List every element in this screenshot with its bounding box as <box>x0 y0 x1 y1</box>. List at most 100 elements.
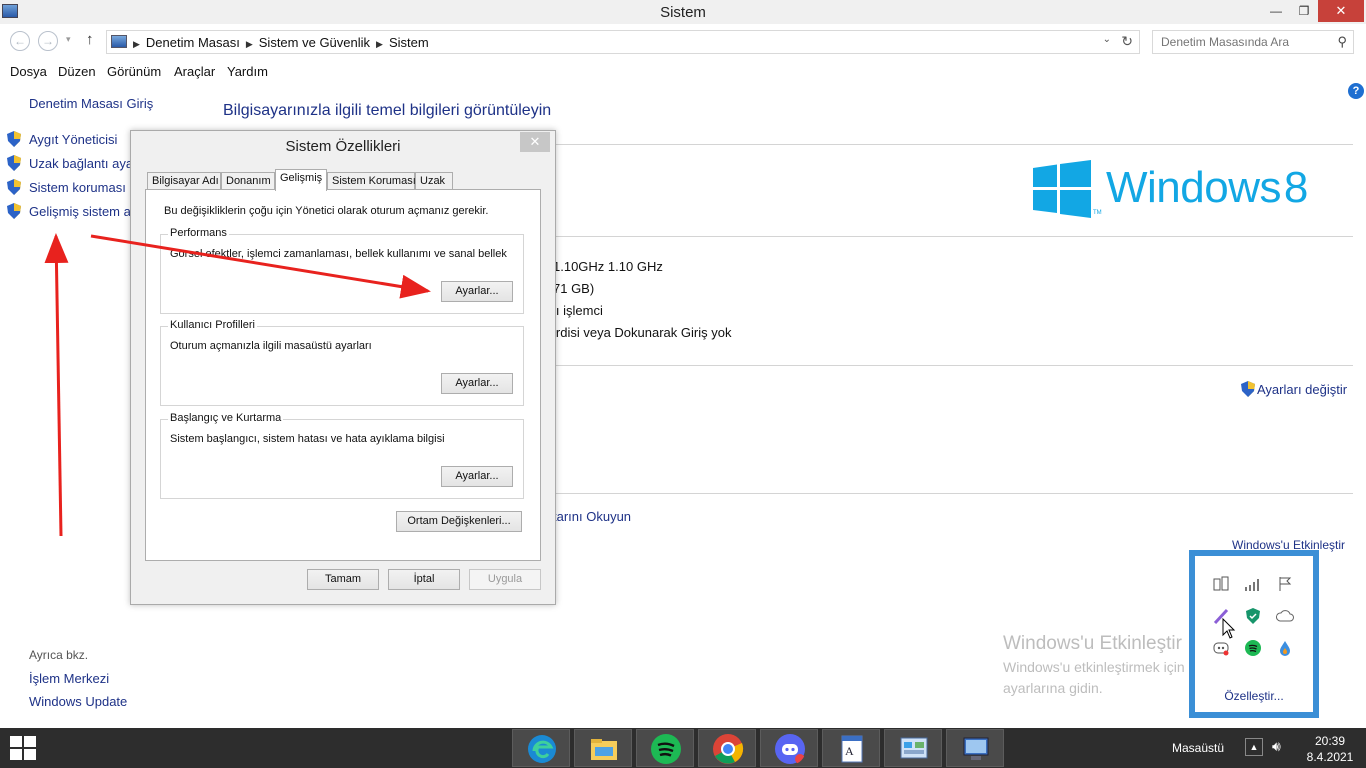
tray-customize-link[interactable]: Özelleştir... <box>1195 689 1313 703</box>
section-divider <box>553 365 1353 366</box>
read-license-link[interactable]: tarını Okuyun <box>553 509 631 524</box>
user-profiles-group: Kullanıcı Profilleri Oturum açmanızla il… <box>160 319 524 406</box>
group-title: Başlangıç ve Kurtarma <box>168 412 284 424</box>
taskbar-edge[interactable] <box>512 729 570 767</box>
ram-value: 71 GB) <box>553 281 595 296</box>
taskbar-file-explorer[interactable] <box>574 729 632 767</box>
startup-recovery-group: Başlangıç ve Kurtarma Sistem başlangıcı,… <box>160 412 524 499</box>
page-title: Bilgisayarınızla ilgili temel bilgileri … <box>223 102 552 119</box>
breadcrumb-system[interactable]: Sistem <box>389 35 429 50</box>
tab-hardware[interactable]: Donanım <box>221 172 275 190</box>
taskbar-system[interactable] <box>946 729 1004 767</box>
sidebar-item-action-center[interactable]: İşlem Merkezi <box>29 671 109 686</box>
search-box[interactable]: ⚲ <box>1152 30 1354 54</box>
tab-system-protection[interactable]: Sistem Koruması <box>327 172 416 190</box>
control-panel-icon <box>900 737 928 759</box>
discord-tray-icon[interactable] <box>1211 640 1231 660</box>
annotation-arrow-up <box>44 233 69 537</box>
taskbar-spotify[interactable] <box>636 729 694 767</box>
performance-group: Performans Görsel efektler, işlemci zama… <box>160 227 524 314</box>
apply-button: Uygula <box>469 569 541 590</box>
menu-file[interactable]: Dosya <box>10 64 47 79</box>
breadcrumb-separator: ▶ <box>376 39 383 49</box>
breadcrumb-control-panel[interactable]: Denetim Masası <box>146 35 240 50</box>
admin-note: Bu değişikliklerin çoğu için Yönetici ol… <box>164 205 489 217</box>
action-center-flag-icon[interactable] <box>1275 576 1295 596</box>
menu-help[interactable]: Yardım <box>227 64 268 79</box>
menu-view[interactable]: Görünüm <box>107 64 161 79</box>
recent-pages-icon[interactable]: ▾ <box>66 34 71 45</box>
taskbar-clock[interactable]: 20:39 8.4.2021 <box>1300 733 1360 765</box>
breadcrumb-separator: ▶ <box>133 39 140 49</box>
performance-settings-button[interactable]: Ayarlar... <box>441 281 513 302</box>
title-bar: Sistem — ❐ ✕ <box>0 0 1366 24</box>
group-title: Kullanıcı Profilleri <box>168 319 257 331</box>
tab-remote[interactable]: Uzak <box>415 172 453 190</box>
advanced-tab-panel: Bu değişikliklerin çoğu için Yönetici ol… <box>145 189 541 561</box>
maximize-button[interactable]: ❐ <box>1290 0 1318 22</box>
help-icon[interactable]: ? <box>1348 83 1364 99</box>
environment-variables-button[interactable]: Ortam Değişkenleri... <box>396 511 522 532</box>
change-settings-link[interactable]: Ayarları değiştir <box>1257 382 1347 397</box>
sidebar-item-windows-update[interactable]: Windows Update <box>29 694 127 709</box>
cloud-icon[interactable] <box>1275 608 1295 628</box>
windows-logo-icon <box>1033 160 1091 218</box>
trademark-mark: TM <box>1093 210 1102 216</box>
forward-button[interactable]: → <box>38 31 58 51</box>
svg-text:A: A <box>845 744 854 758</box>
activation-watermark-title: Windows'u Etkinleştir <box>1003 633 1182 654</box>
spotify-tray-icon[interactable] <box>1243 640 1263 660</box>
system-type-value: lı işlemci <box>553 303 603 318</box>
sidebar-item-system-protection[interactable]: Sistem koruması <box>29 180 126 195</box>
see-also-heading: Ayrıca bkz. <box>29 648 89 662</box>
search-icon[interactable]: ⚲ <box>1337 34 1347 50</box>
system-monitor-icon <box>963 737 989 760</box>
menu-edit[interactable]: Düzen <box>58 64 96 79</box>
uac-shield-icon <box>7 203 21 219</box>
back-button[interactable]: ← <box>10 31 30 51</box>
ok-button[interactable]: Tamam <box>307 569 379 590</box>
section-divider <box>553 144 1353 145</box>
close-button[interactable]: ✕ <box>1318 0 1364 22</box>
taskbar-control-panel[interactable] <box>884 729 942 767</box>
spotify-icon <box>651 734 681 764</box>
up-button[interactable]: ↑ <box>86 31 94 48</box>
network-signal-icon[interactable] <box>1243 576 1263 596</box>
clock-date: 8.4.2021 <box>1306 750 1354 764</box>
taskbar-wordpad[interactable]: A <box>822 729 880 767</box>
windows-logo-text: Windows <box>1106 163 1282 212</box>
cancel-button[interactable]: İptal <box>388 569 460 590</box>
sidebar-item-control-panel-home[interactable]: Denetim Masası Giriş <box>29 96 153 111</box>
volume-icon[interactable]: 🔊︎ <box>1272 738 1281 755</box>
user-profiles-settings-button[interactable]: Ayarlar... <box>441 373 513 394</box>
group-title: Performans <box>168 227 229 239</box>
refresh-icon[interactable]: ↻ <box>1121 33 1133 50</box>
sidebar-item-device-manager[interactable]: Aygıt Yöneticisi <box>29 132 117 147</box>
windows-edition-logo: Windows 8 <box>1106 163 1308 213</box>
start-button[interactable] <box>10 736 36 760</box>
security-shield-icon[interactable] <box>1243 608 1263 628</box>
section-divider <box>553 493 1353 494</box>
taskbar-desktop-label[interactable]: Masaüstü <box>1172 741 1224 755</box>
water-drop-icon[interactable] <box>1275 640 1295 660</box>
system-properties-dialog: Sistem Özellikleri ✕ Bilgisayar Adı Dona… <box>130 130 556 605</box>
startup-recovery-settings-button[interactable]: Ayarlar... <box>441 466 513 487</box>
dialog-title: Sistem Özellikleri <box>285 138 401 155</box>
battery-device-icon[interactable] <box>1211 576 1231 596</box>
menu-tools[interactable]: Araçlar <box>174 64 215 79</box>
address-dropdown-icon[interactable]: ⌄ <box>1103 34 1111 45</box>
breadcrumb-system-security[interactable]: Sistem ve Güvenlik <box>259 35 370 50</box>
show-hidden-icons-button[interactable]: ▲ <box>1245 738 1263 756</box>
group-description: Oturum açmanızla ilgili masaüstü ayarlar… <box>170 340 372 352</box>
dialog-close-button[interactable]: ✕ <box>520 132 550 152</box>
uac-shield-icon <box>7 155 21 171</box>
uac-shield-icon <box>1241 381 1255 397</box>
minimize-button[interactable]: — <box>1262 0 1290 22</box>
tab-advanced[interactable]: Gelişmiş <box>275 169 327 191</box>
taskbar-chrome[interactable] <box>698 729 756 767</box>
taskbar-discord[interactable] <box>760 729 818 767</box>
tab-computer-name[interactable]: Bilgisayar Adı <box>147 172 221 190</box>
address-bar[interactable]: ▶ Denetim Masası ▶ Sistem ve Güvenlik ▶ Siste… <box>106 30 1140 54</box>
search-input[interactable] <box>1161 32 1331 52</box>
group-description: Sistem başlangıcı, sistem hatası ve hata… <box>170 433 445 445</box>
